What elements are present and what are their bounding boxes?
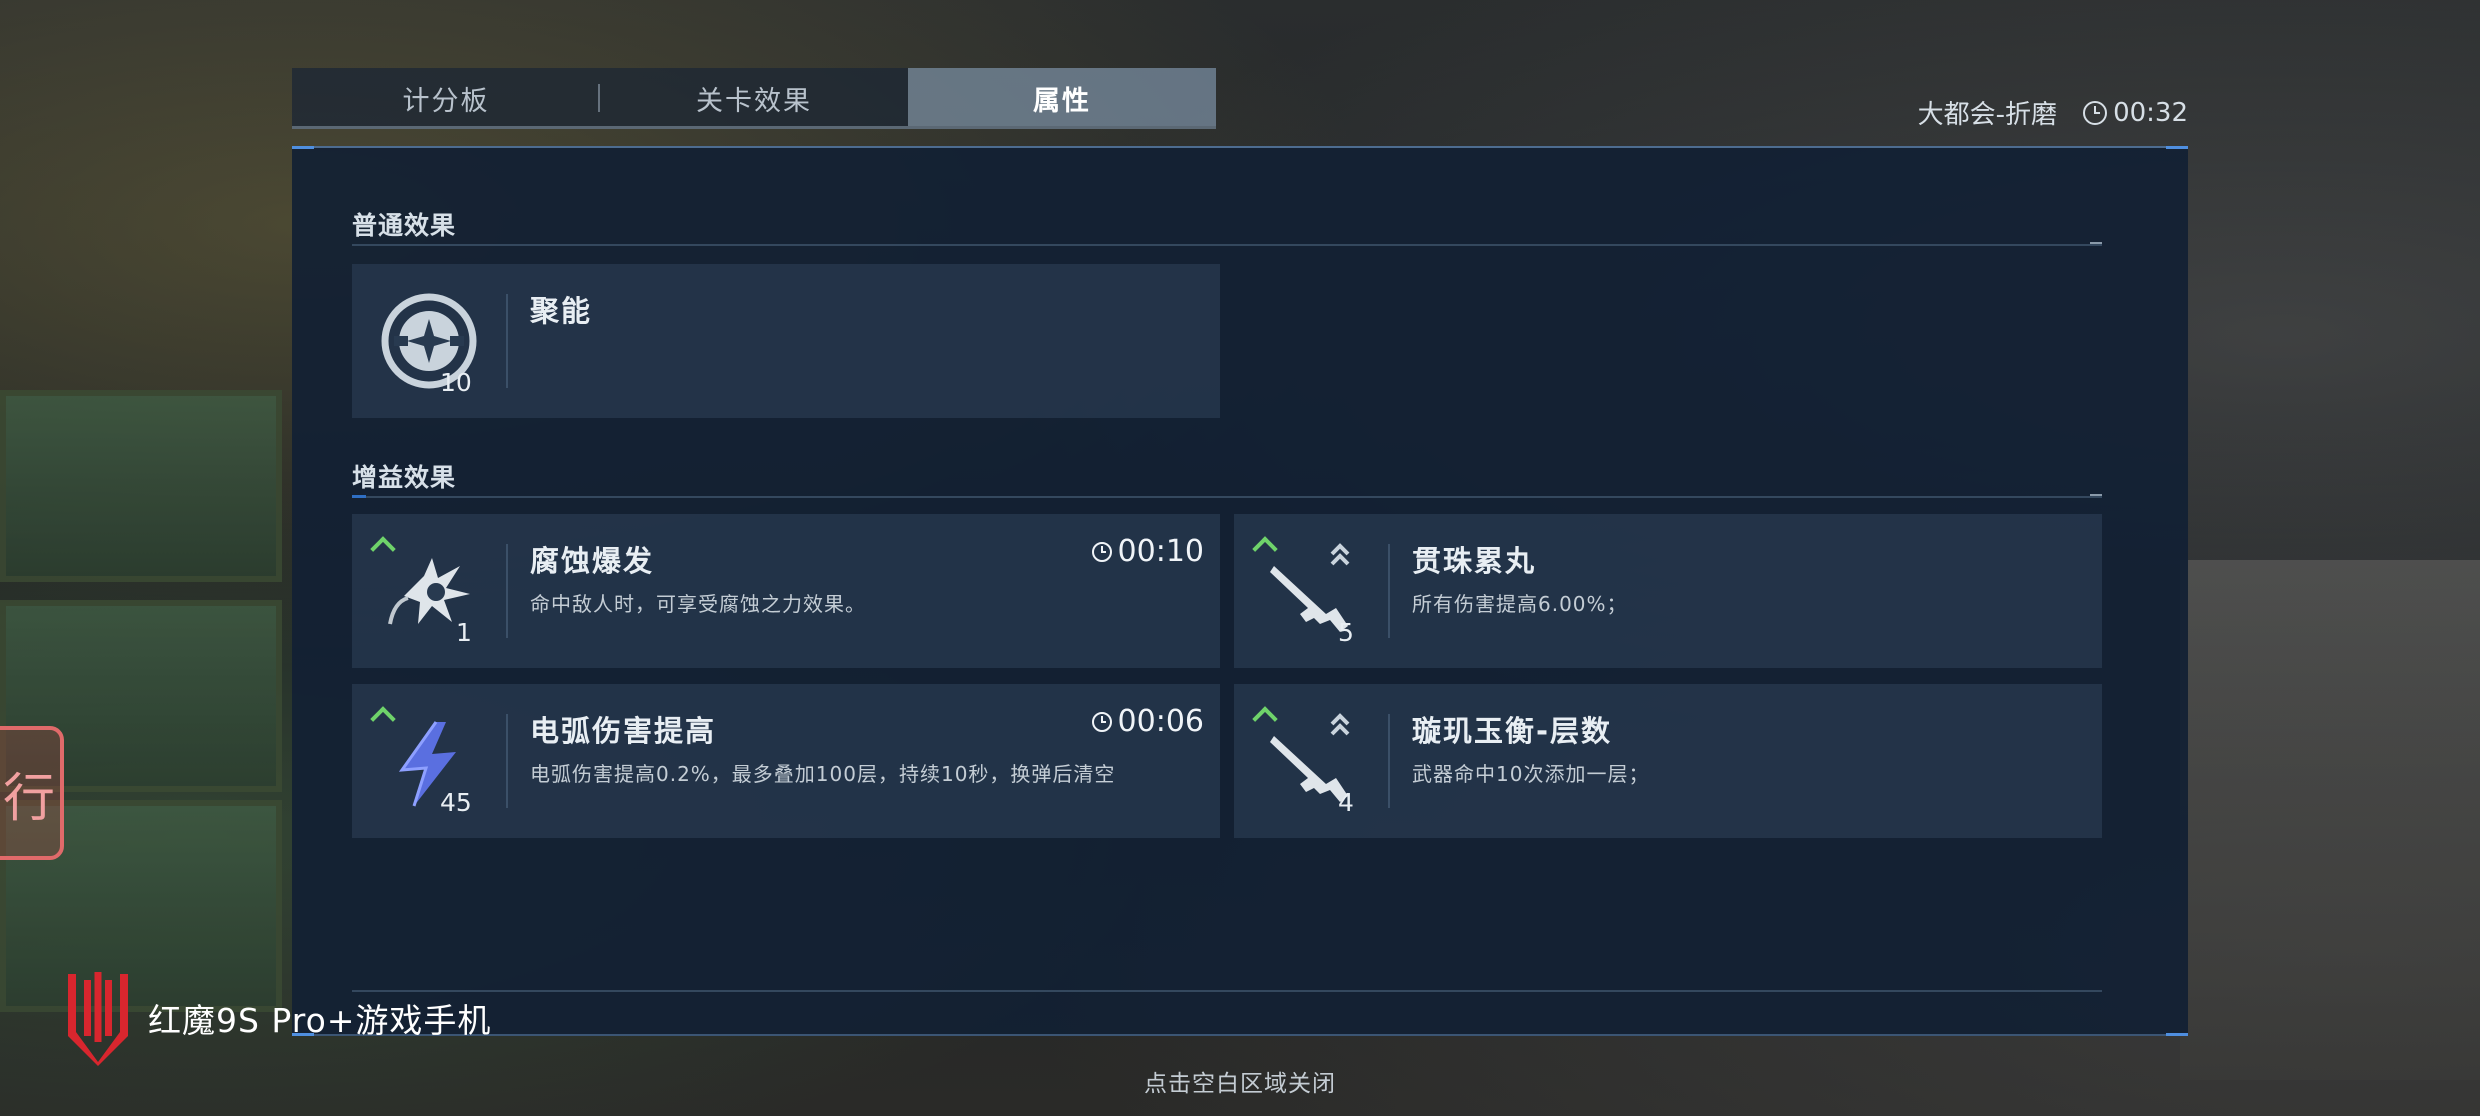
stack-count: 4 [1338,788,1354,817]
device-watermark: 红魔9S Pro+游戏手机 [62,970,491,1066]
effect-description: 命中敌人时，可享受腐蚀之力效果。 [530,592,866,616]
effect-description: 武器命中10次添加一层； [1412,762,1650,786]
match-timer: 00:32 [2113,97,2188,128]
side-action-glyph: 行 [2,768,55,829]
bg-wall-right [2180,560,2480,1080]
panel-corner-tl [292,146,314,149]
effect-name: 聚能 [530,294,593,328]
icon-divider [506,294,508,388]
stack-count: 5 [1338,618,1354,647]
effect-timer: 00:10 [1091,534,1204,569]
side-action-button[interactable]: 行 [0,726,64,860]
effect-timer: 00:06 [1091,704,1204,739]
stack-count: 10 [440,368,472,397]
tab-attributes[interactable]: 属性 [908,68,1216,128]
panel-corner-tr [2166,146,2188,149]
section-title-normal: 普通效果 [352,211,457,240]
effect-description: 电弧伤害提高0.2%，最多叠加100层，持续10秒，换弹后清空 [530,762,1116,786]
effect-card-xuanji-stacks[interactable]: 4 璇玑玉衡-层数 武器命中10次添加一层； [1234,684,2102,838]
tab-scoreboard-label: 计分板 [402,85,490,117]
tab-scoreboard[interactable]: 计分板 [292,68,600,128]
brand-text: 红魔9S Pro+游戏手机 [148,1001,492,1040]
section-title-buff: 增益效果 [352,463,457,492]
effect-timer-value: 00:06 [1117,704,1204,739]
effect-card-corrosion-burst[interactable]: 1 腐蚀爆发 命中敌人时，可享受腐蚀之力效果。 00:10 [352,514,1220,668]
effect-card-focus[interactable]: 10 聚能 [352,264,1220,418]
red-magic-logo-icon [62,970,134,1066]
attributes-panel: 普通效果 10 聚能 增益效果 1 腐蚀爆发 命中敌人时，可享受腐蚀之力效果。 … [292,146,2188,1036]
effect-name: 贯珠累丸 [1412,544,1537,578]
tab-attributes-label: 属性 [1033,85,1091,117]
bg-crate-top [0,390,282,582]
tab-stage-effects-label: 关卡效果 [696,85,812,117]
section-divider-normal [352,242,2102,246]
icon-divider [506,544,508,638]
effect-name: 电弧伤害提高 [530,714,717,748]
close-hint[interactable]: 点击空白区域关闭 [0,1064,2480,1098]
tab-stage-effects[interactable]: 关卡效果 [600,68,908,128]
tab-bar: 计分板 关卡效果 属性 [292,68,1216,128]
effect-card-arc-damage[interactable]: 45 电弧伤害提高 电弧伤害提高0.2%，最多叠加100层，持续10秒，换弹后清… [352,684,1220,838]
section-divider-buff [352,494,2102,498]
panel-corner-br [2166,1033,2188,1036]
stack-count: 1 [456,618,472,647]
match-info: 大都会-折磨 00:32 [1918,94,2188,131]
panel-bottom-divider [352,990,2102,992]
effect-description: 所有伤害提高6.00%； [1412,592,1628,616]
effect-card-consecutive-shots[interactable]: 5 贯珠累丸 所有伤害提高6.00%； [1234,514,2102,668]
map-name: 大都会-折磨 [1917,100,2058,130]
effect-name: 腐蚀爆发 [530,544,655,578]
icon-divider [1388,714,1390,808]
stack-count: 45 [440,788,472,817]
tab-divider [598,84,600,112]
effect-name: 璇玑玉衡-层数 [1412,714,1613,748]
clock-icon [2083,100,2108,125]
tab-underline [292,126,1216,129]
effect-timer-value: 00:10 [1117,534,1204,569]
icon-divider [1388,544,1390,638]
clock-icon [1091,541,1112,562]
clock-icon [1091,711,1112,732]
icon-divider [506,714,508,808]
